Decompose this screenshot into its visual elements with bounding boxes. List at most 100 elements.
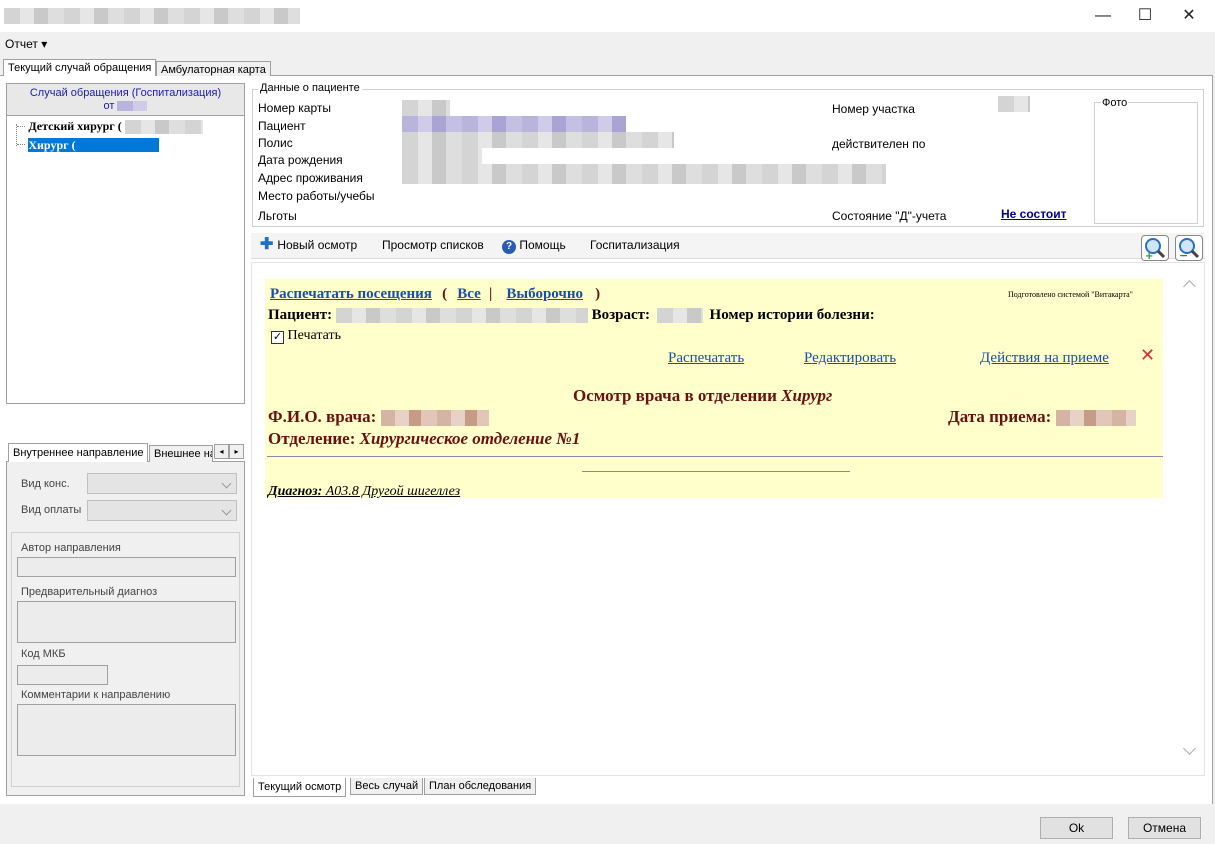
plus-icon: ✚: [260, 236, 274, 253]
tree-item[interactable]: Детский хирург (: [17, 119, 204, 134]
dob-value: [402, 148, 482, 164]
print-checkbox[interactable]: ✓: [271, 331, 284, 344]
maximize-icon[interactable]: ☐: [1122, 0, 1168, 32]
menu-report[interactable]: Отчет ▾: [5, 37, 47, 51]
district-label: Номер участка: [832, 102, 915, 116]
photo-box: [1094, 102, 1198, 224]
ok-button[interactable]: Ok: [1040, 817, 1113, 839]
d-status-value[interactable]: Не состоит: [1001, 207, 1067, 221]
prepared-by: Подготовлено системой "Витакарта": [1008, 290, 1133, 299]
polis-value: [402, 132, 674, 148]
svg-text:−: −: [1179, 249, 1188, 260]
window-title: [4, 8, 300, 24]
tree-item-label: Детский хирург (: [28, 119, 122, 133]
prelim-diag-label: Предварительный диагноз: [21, 586, 158, 598]
comments-label: Комментарии к направлению: [21, 689, 171, 701]
selective-link[interactable]: Выборочно: [506, 286, 583, 302]
scroll-up-icon[interactable]: [1183, 280, 1196, 293]
case-header-title: Случай обращения (Госпитализация): [29, 87, 222, 99]
title-bar: — ☐ ✕: [0, 0, 1215, 32]
print-checkbox-label: Печатать: [287, 328, 342, 343]
d-status-label: Состояние "Д"-учета: [832, 209, 947, 223]
tab-outpatient-card[interactable]: Амбулаторная карта: [156, 61, 271, 76]
zoom-out-icon[interactable]: −: [1175, 235, 1203, 262]
author-field[interactable]: [17, 557, 236, 577]
date-row: Дата приема:: [948, 407, 1136, 427]
exam-title: Осмотр врача в отделении Хирург: [573, 386, 833, 405]
hospitalization-button[interactable]: Госпитализация: [590, 238, 680, 252]
vid-oplaty-select[interactable]: [87, 500, 237, 521]
tree-item-selected[interactable]: Хирург (: [17, 137, 160, 152]
photo-label: Фото: [1101, 97, 1129, 109]
card-no-value: [402, 100, 450, 116]
case-panel: Случай обращения (Госпитализация) от Дет…: [6, 83, 245, 404]
help-icon: ?: [502, 240, 516, 254]
address-value: [402, 164, 886, 184]
scroll-down-icon[interactable]: [1183, 742, 1196, 755]
minimize-icon[interactable]: —: [1080, 0, 1126, 32]
diagnosis-row: Диагноз: A03.8 Другой шигеллез: [268, 484, 460, 500]
tab-exam-plan[interactable]: План обследования: [424, 778, 537, 795]
tab-scroll-right-icon[interactable]: ▸: [229, 444, 244, 459]
patient-value: [402, 116, 626, 132]
vid-kons-label: Вид конс.: [21, 478, 70, 490]
report-divider: [267, 456, 1163, 457]
print-visits-link[interactable]: Распечатать посещения: [270, 286, 432, 302]
patient-label: Пациент: [258, 119, 306, 133]
card-no-label: Номер карты: [258, 101, 331, 115]
vid-oplaty-label: Вид оплаты: [21, 504, 82, 516]
author-label: Автор направления: [21, 542, 121, 554]
tab-whole-case[interactable]: Весь случай: [350, 778, 424, 795]
address-label: Адрес проживания: [258, 171, 363, 185]
print-visits-row: Распечатать посещения ( Все | Выборочно …: [270, 286, 601, 302]
polis-label: Полис: [258, 136, 293, 150]
delete-icon[interactable]: ✕: [1140, 345, 1155, 366]
prelim-diag-field[interactable]: [17, 601, 236, 643]
mkb-label: Код МКБ: [21, 648, 66, 660]
tab-current-exam[interactable]: Текущий осмотр: [253, 778, 347, 797]
valid-to-label: действителен по: [832, 137, 926, 151]
diagnosis-label: Диагноз:: [268, 484, 323, 499]
case-header-date: от: [7, 100, 244, 113]
patient-group-title: Данные о пациенте: [258, 82, 362, 94]
report-patient-label: Пациент:: [268, 307, 333, 323]
vid-kons-select[interactable]: [87, 473, 237, 494]
tree-item-selected-bg: Хирург (: [28, 137, 160, 152]
view-lists-button[interactable]: Просмотр списков: [382, 238, 484, 252]
tab-internal-direction[interactable]: Внутреннее направление: [8, 443, 149, 462]
help-label: Помощь: [519, 238, 566, 252]
cancel-button[interactable]: Отмена: [1128, 817, 1201, 839]
new-exam-button[interactable]: ✚ Новый осмотр: [260, 236, 358, 253]
district-value: [998, 96, 1030, 112]
exam-dept: Хирург: [781, 386, 833, 405]
actions-link[interactable]: Действия на приеме: [980, 350, 1109, 367]
work-label: Место работы/учебы: [258, 189, 375, 203]
close-icon[interactable]: ✕: [1166, 0, 1212, 32]
case-header: Случай обращения (Госпитализация) от: [7, 84, 244, 116]
doctor-row: Ф.И.О. врача:: [268, 407, 489, 427]
new-exam-label: Новый осмотр: [277, 238, 358, 252]
print-link[interactable]: Распечатать: [668, 350, 744, 367]
benefits-label: Льготы: [258, 209, 297, 223]
direction-panel: Вид конс. Вид оплаты Автор направления П…: [6, 462, 245, 796]
zoom-in-icon[interactable]: +: [1141, 235, 1169, 262]
svg-text:+: +: [1145, 251, 1153, 260]
report-history-label: Номер истории болезни:: [709, 307, 875, 323]
dob-label: Дата рождения: [258, 153, 343, 167]
report-age-label: Возраст:: [591, 307, 651, 323]
comments-field[interactable]: [17, 704, 236, 756]
tab-external-direction[interactable]: Внешнее на: [149, 445, 213, 462]
report-divider-short: [582, 471, 850, 472]
dept-row: Отделение: Хирургическое отделение №1: [268, 429, 581, 448]
edit-link[interactable]: Редактировать: [804, 350, 896, 367]
print-checkbox-row[interactable]: ✓ Печатать: [271, 328, 341, 344]
tab-scroll-left-icon[interactable]: ◂: [214, 444, 229, 459]
tab-current-case[interactable]: Текущий случай обращения: [3, 59, 157, 76]
mkb-field[interactable]: [17, 665, 108, 685]
help-button[interactable]: ? Помощь: [502, 238, 566, 254]
patient-row: Пациент: Возраст: Номер истории болезни:: [268, 307, 875, 324]
diagnosis-value: A03.8 Другой шигеллез: [325, 484, 461, 499]
all-link[interactable]: Все: [457, 286, 481, 302]
tree-item-label: Хирург (: [28, 137, 76, 152]
scrollbar[interactable]: [1180, 270, 1202, 770]
